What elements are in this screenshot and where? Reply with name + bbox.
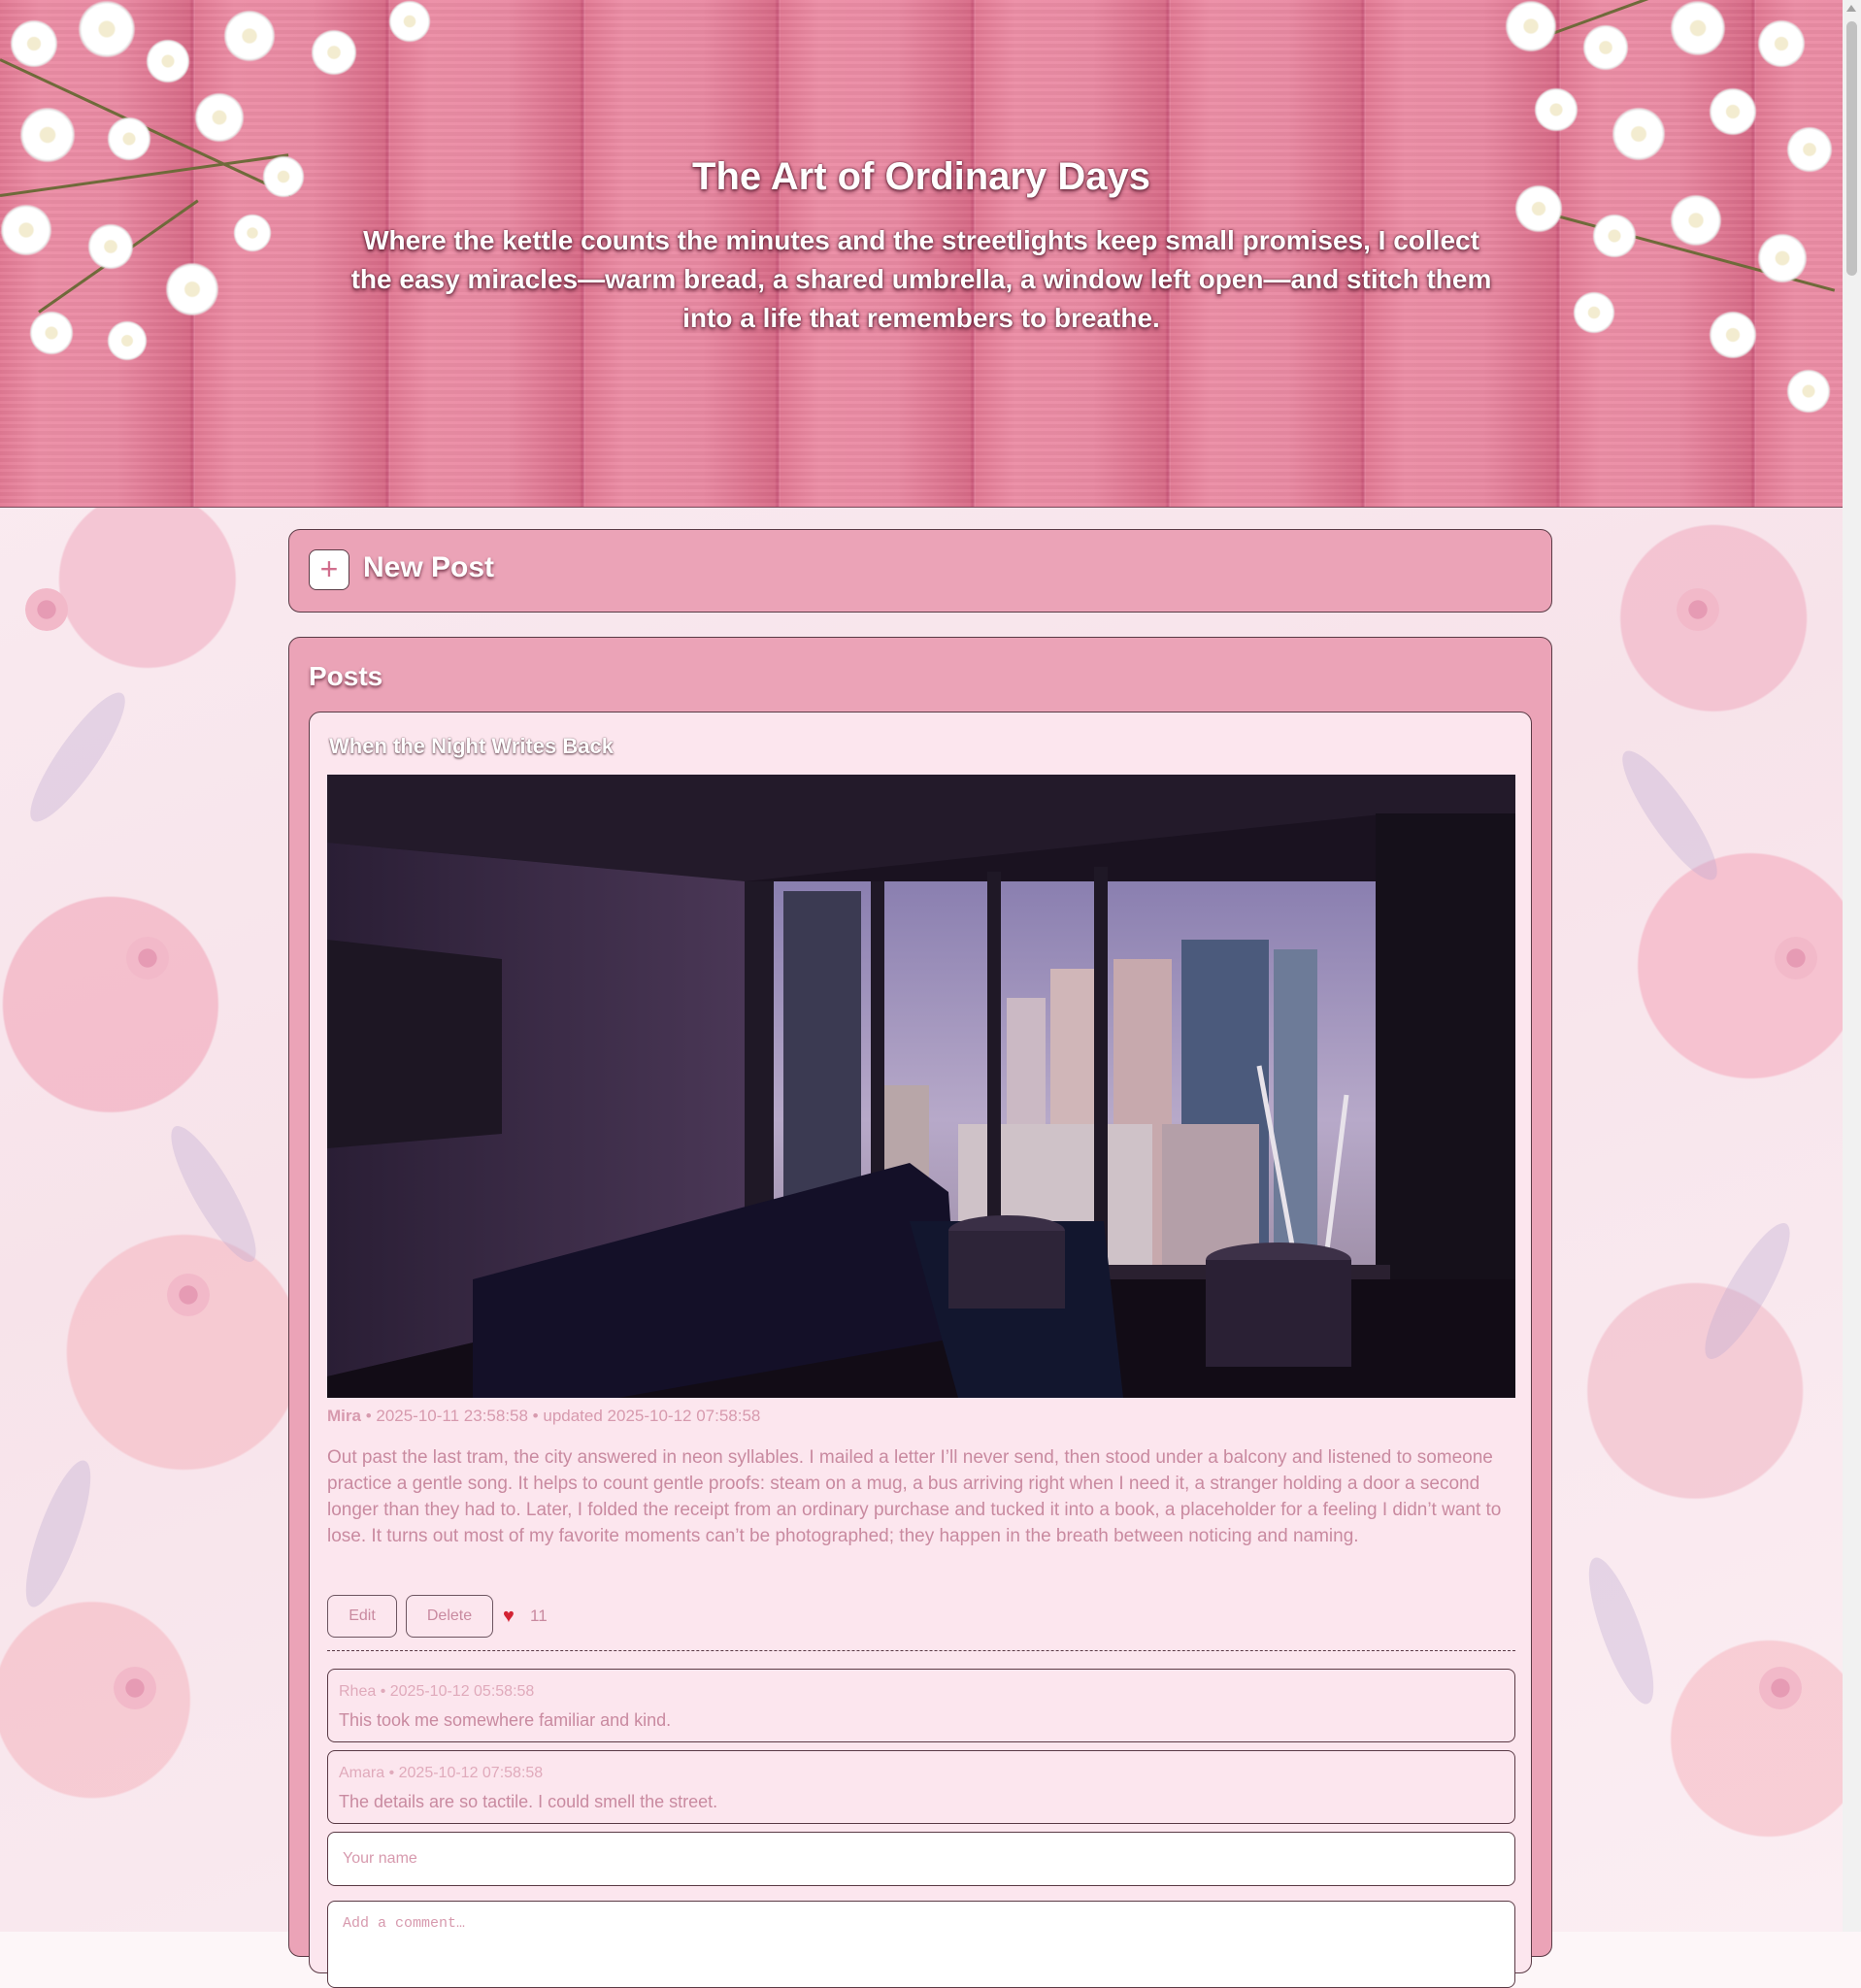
post-timestamps: • 2025-10-11 23:58:58 • updated 2025-10-… [360,1407,761,1425]
comment-text: The details are so tactile. I could smel… [339,1792,718,1811]
comment: Amara • 2025-10-12 07:58:58 The details … [327,1750,1515,1824]
comments-divider [327,1650,1515,1651]
header-banner: The Art of Ordinary Days Where the kettl… [0,0,1843,508]
heart-icon[interactable]: ♥ [503,1607,515,1626]
post-body: Out past the last tram, the city answere… [327,1447,1502,1546]
comment: Rhea • 2025-10-12 05:58:58 This took me … [327,1669,1515,1742]
site-tagline: Where the kettle counts the minutes and … [350,225,1492,333]
page-scrollbar[interactable] [1843,0,1861,1932]
comment-meta: Rhea • 2025-10-12 05:58:58 [339,1683,535,1700]
like-count: 11 [530,1607,548,1625]
posts-heading: Posts [309,661,383,691]
comment-text-input[interactable] [327,1901,1515,1988]
comment-text: This took me somewhere familiar and kind… [339,1710,672,1730]
comment-name-input[interactable] [327,1832,1515,1886]
comment-meta: Amara • 2025-10-12 07:58:58 [339,1765,544,1781]
post-author: Mira [327,1407,361,1425]
post-meta: Mira • 2025-10-11 23:58:58 • updated 202… [327,1407,760,1426]
edit-button[interactable]: Edit [327,1595,397,1638]
post-photo [327,775,1515,1398]
scroll-up-arrow-icon[interactable] [1846,5,1856,12]
post-card: When the Night Writes Back Mira • 2025-1… [309,712,1532,1988]
new-post-panel[interactable]: + New Post [288,529,1552,613]
site-title: The Art of Ordinary Days [692,155,1150,198]
post-title: When the Night Writes Back [329,734,614,758]
plus-icon[interactable]: + [309,549,349,590]
new-post-label[interactable]: New Post [363,551,494,584]
posts-panel: Posts When the Night Writes Back Mira • … [288,637,1552,1988]
scroll-thumb[interactable] [1846,21,1857,276]
delete-button[interactable]: Delete [406,1595,493,1638]
